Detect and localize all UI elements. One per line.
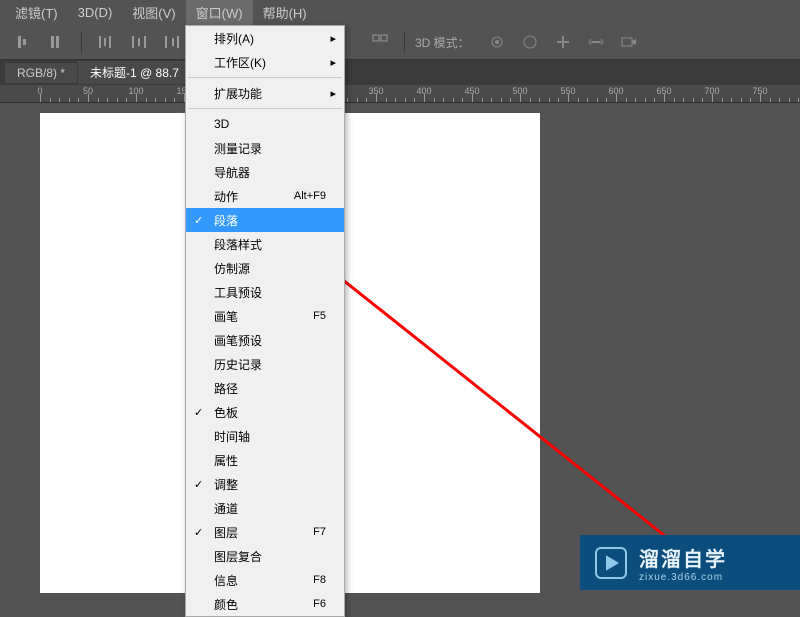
menu-shortcut: F5 bbox=[313, 310, 326, 322]
menu-window[interactable]: 窗口(W) bbox=[186, 0, 253, 25]
distribute-icon-2[interactable] bbox=[125, 28, 153, 56]
align-icon-2[interactable] bbox=[43, 28, 71, 56]
menu-item-label: 画笔预设 bbox=[214, 332, 262, 349]
menu-item-label: 扩展功能 bbox=[214, 85, 262, 102]
watermark-title: 溜溜自学 bbox=[639, 543, 727, 572]
menubar: 滤镜(T) 3D(D) 视图(V) 窗口(W) 帮助(H) bbox=[0, 0, 800, 25]
distribute-icon-3[interactable] bbox=[158, 28, 186, 56]
menu-item[interactable]: 颜色F6 bbox=[186, 592, 344, 616]
menu-item-label: 通道 bbox=[214, 500, 238, 517]
menu-item-label: 色板 bbox=[214, 404, 238, 421]
menu-item-label: 属性 bbox=[214, 452, 238, 469]
canvas-area bbox=[0, 103, 800, 600]
menu-item[interactable]: 仿制源 bbox=[186, 256, 344, 280]
check-icon: ✓ bbox=[194, 214, 203, 227]
toolbar-separator bbox=[81, 31, 82, 53]
menu-item-label: 信息 bbox=[214, 572, 238, 589]
toolbar-separator bbox=[404, 31, 405, 53]
menu-item[interactable]: ✓ 图层 F7 bbox=[186, 520, 344, 544]
tool-icon-grid[interactable] bbox=[366, 28, 394, 56]
menu-item-label: 3D bbox=[214, 117, 229, 131]
menu-item[interactable]: 历史记录 bbox=[186, 352, 344, 376]
3d-slide-icon[interactable] bbox=[582, 28, 610, 56]
align-icon-1[interactable] bbox=[10, 28, 38, 56]
menu-item[interactable]: 导航器 bbox=[186, 160, 344, 184]
check-icon: ✓ bbox=[194, 478, 203, 491]
tab-document-2[interactable]: 未标题-1 @ 88.7 bbox=[78, 61, 191, 84]
menu-item-label: 时间轴 bbox=[214, 428, 250, 445]
menu-shortcut: F8 bbox=[313, 574, 326, 586]
check-icon: ✓ bbox=[194, 526, 203, 539]
menu-item[interactable]: 3D bbox=[186, 112, 344, 136]
menu-item-label: 工具预设 bbox=[214, 284, 262, 301]
menu-item-label: 仿制源 bbox=[214, 260, 250, 277]
menu-item[interactable]: ✓ 调整 bbox=[186, 472, 344, 496]
menu-item[interactable]: 通道 bbox=[186, 496, 344, 520]
menu-item-label: 调整 bbox=[214, 476, 238, 493]
menu-view[interactable]: 视图(V) bbox=[122, 0, 185, 25]
window-menu-dropdown: 排列(A) 工作区(K) 扩展功能 3D 测量记录导航器动作 Alt+F9 ✓ 段落段落样式仿… bbox=[185, 25, 345, 617]
menu-separator bbox=[188, 108, 342, 109]
menu-item-label: 路径 bbox=[214, 380, 238, 397]
menu-item-label: 图层复合 bbox=[214, 548, 262, 565]
3d-camera-icon[interactable] bbox=[615, 28, 643, 56]
menu-item[interactable]: 图层复合 bbox=[186, 544, 344, 568]
menu-item-label: 颜色 bbox=[214, 596, 238, 613]
menu-item-label: 导航器 bbox=[214, 164, 250, 181]
3d-mode-label: 3D 模式： bbox=[415, 34, 470, 51]
menu-filter[interactable]: 滤镜(T) bbox=[5, 0, 68, 25]
menu-item[interactable]: 画笔预设 bbox=[186, 328, 344, 352]
menu-item-label: 图层 bbox=[214, 524, 238, 541]
menu-item[interactable]: ✓ 段落 bbox=[186, 208, 344, 232]
menu-item-label: 动作 bbox=[214, 188, 238, 205]
menu-item[interactable]: ✓ 色板 bbox=[186, 400, 344, 424]
menu-item[interactable]: 测量记录 bbox=[186, 136, 344, 160]
menu-item-label: 工作区(K) bbox=[214, 54, 266, 71]
menu-item[interactable]: 信息 F8 bbox=[186, 568, 344, 592]
menu-item[interactable]: 扩展功能 bbox=[186, 81, 344, 105]
menu-shortcut: F7 bbox=[313, 526, 326, 538]
3d-pan-icon[interactable] bbox=[549, 28, 577, 56]
watermark-url: zixue.3d66.com bbox=[639, 572, 727, 583]
menu-item-label: 排列(A) bbox=[214, 30, 254, 47]
menu-item[interactable]: 排列(A) bbox=[186, 26, 344, 50]
document-tabs: RGB/8) * 未标题-1 @ 88.7 bbox=[0, 60, 800, 85]
3d-orbit-icon[interactable] bbox=[483, 28, 511, 56]
menu-separator bbox=[188, 77, 342, 78]
tab-document-1[interactable]: RGB/8) * bbox=[5, 63, 77, 83]
menu-item[interactable]: 属性 bbox=[186, 448, 344, 472]
menu-item[interactable]: 动作 Alt+F9 bbox=[186, 184, 344, 208]
horizontal-ruler: 0501001502002503003504004505005506006507… bbox=[0, 85, 800, 103]
menu-help[interactable]: 帮助(H) bbox=[253, 0, 317, 25]
menu-shortcut: Alt+F9 bbox=[294, 190, 326, 202]
options-toolbar: 3D 模式： bbox=[0, 25, 800, 60]
menu-item[interactable]: 时间轴 bbox=[186, 424, 344, 448]
menu-item[interactable]: 画笔 F5 bbox=[186, 304, 344, 328]
menu-item-label: 段落样式 bbox=[214, 236, 262, 253]
menu-item-label: 测量记录 bbox=[214, 140, 262, 157]
menu-item-label: 段落 bbox=[214, 212, 238, 229]
watermark: 溜溜自学 zixue.3d66.com bbox=[580, 535, 800, 590]
check-icon: ✓ bbox=[194, 406, 203, 419]
menu-item-label: 历史记录 bbox=[214, 356, 262, 373]
menu-item-label: 画笔 bbox=[214, 308, 238, 325]
play-icon bbox=[595, 547, 627, 579]
distribute-icon-1[interactable] bbox=[92, 28, 120, 56]
menu-item[interactable]: 段落样式 bbox=[186, 232, 344, 256]
3d-roll-icon[interactable] bbox=[516, 28, 544, 56]
menu-item[interactable]: 路径 bbox=[186, 376, 344, 400]
menu-item[interactable]: 工具预设 bbox=[186, 280, 344, 304]
menu-3d[interactable]: 3D(D) bbox=[68, 2, 123, 23]
menu-item[interactable]: 工作区(K) bbox=[186, 50, 344, 74]
